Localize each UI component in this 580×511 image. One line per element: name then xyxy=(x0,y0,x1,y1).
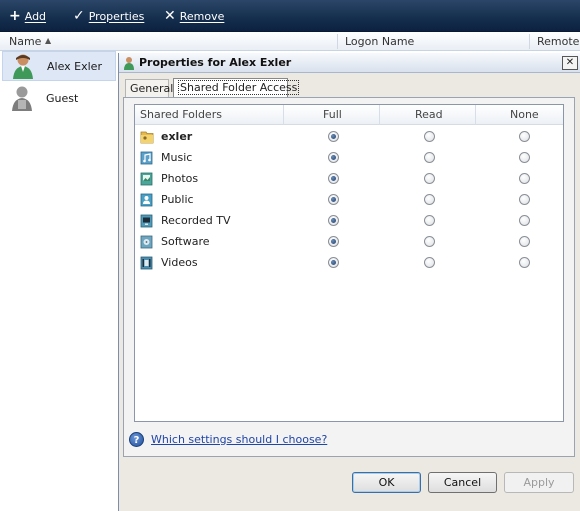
plus-icon: + xyxy=(9,8,21,24)
apply-button[interactable]: Apply xyxy=(504,472,574,493)
user-folder-icon xyxy=(140,131,154,144)
help-line: ? Which settings should I choose? xyxy=(129,431,327,447)
column-divider xyxy=(475,105,476,125)
help-link[interactable]: Which settings should I choose? xyxy=(151,433,327,446)
videos-folder-icon xyxy=(140,256,153,270)
folder-row-videos: Videos xyxy=(135,252,563,273)
add-button[interactable]: + Add xyxy=(9,7,46,25)
column-header-remote[interactable]: Remote A xyxy=(537,35,580,48)
column-divider xyxy=(283,105,284,125)
column-divider xyxy=(379,105,380,125)
tab-shared-folder-access[interactable]: Shared Folder Access xyxy=(173,78,300,98)
column-header-bar: Name ▲ Logon Name Remote A xyxy=(0,32,580,51)
close-button[interactable]: ✕ xyxy=(562,56,578,70)
user-avatar-icon xyxy=(13,54,33,79)
ok-button[interactable]: OK xyxy=(352,472,421,493)
radio-none[interactable] xyxy=(519,194,530,205)
sort-ascending-icon: ▲ xyxy=(45,36,52,45)
radio-none[interactable] xyxy=(519,173,530,184)
radio-read[interactable] xyxy=(424,152,435,163)
header-none: None xyxy=(510,108,539,121)
main-toolbar: + Add ✓ Properties ✕ Remove xyxy=(0,0,580,32)
folder-name: Photos xyxy=(161,172,199,185)
remove-button[interactable]: ✕ Remove xyxy=(164,7,224,25)
radio-read[interactable] xyxy=(424,257,435,268)
folder-name: Music xyxy=(161,151,193,164)
user-item-alex-exler[interactable]: Alex Exler xyxy=(2,51,116,81)
column-divider[interactable] xyxy=(337,34,338,49)
folder-name: Software xyxy=(161,235,210,248)
list-header: Shared Folders Full Read None xyxy=(135,105,563,125)
close-icon: ✕ xyxy=(565,57,575,68)
properties-dialog: Properties for Alex Exler ✕ General Shar… xyxy=(118,53,580,511)
help-icon[interactable]: ? xyxy=(129,431,144,447)
user-list: Alex Exler Guest xyxy=(0,51,118,511)
properties-button-label: Properties xyxy=(88,9,145,23)
radio-read[interactable] xyxy=(424,131,435,142)
folder-row-software: Software xyxy=(135,231,563,252)
user-name: Guest xyxy=(46,91,79,105)
radio-none[interactable] xyxy=(519,257,530,268)
header-shared-folders: Shared Folders xyxy=(140,108,222,121)
checkmark-icon: ✓ xyxy=(73,8,85,24)
tab-label: Shared Folder Access xyxy=(178,80,300,95)
radio-read[interactable] xyxy=(424,236,435,247)
column-divider[interactable] xyxy=(529,34,530,49)
radio-none[interactable] xyxy=(519,131,530,142)
remove-button-label: Remove xyxy=(179,9,225,23)
dialog-title-bar[interactable]: Properties for Alex Exler ✕ xyxy=(119,53,580,73)
dialog-title: Properties for Alex Exler xyxy=(139,56,292,69)
folder-row-exler: exler xyxy=(135,126,563,147)
radio-full[interactable] xyxy=(328,152,339,163)
radio-full[interactable] xyxy=(328,215,339,226)
folder-row-photos: Photos xyxy=(135,168,563,189)
header-read: Read xyxy=(415,108,443,121)
header-full: Full xyxy=(323,108,342,121)
radio-none[interactable] xyxy=(519,152,530,163)
radio-full[interactable] xyxy=(328,257,339,268)
radio-read[interactable] xyxy=(424,173,435,184)
properties-button[interactable]: ✓ Properties xyxy=(73,7,144,25)
recorded-tv-folder-icon xyxy=(140,214,153,228)
tab-label: General xyxy=(130,82,174,95)
software-folder-icon xyxy=(140,235,153,249)
folder-row-music: Music xyxy=(135,147,563,168)
cancel-button[interactable]: Cancel xyxy=(428,472,497,493)
column-header-name[interactable]: Name xyxy=(9,35,41,48)
guest-avatar-icon xyxy=(12,86,32,111)
radio-none[interactable] xyxy=(519,215,530,226)
user-icon xyxy=(124,57,134,70)
folder-name: Recorded TV xyxy=(161,214,231,227)
folder-name: Videos xyxy=(161,256,198,269)
radio-read[interactable] xyxy=(424,194,435,205)
radio-full[interactable] xyxy=(328,131,339,142)
music-folder-icon xyxy=(140,151,153,165)
column-header-logon-name[interactable]: Logon Name xyxy=(345,35,414,48)
radio-full[interactable] xyxy=(328,173,339,184)
radio-full[interactable] xyxy=(328,236,339,247)
user-name: Alex Exler xyxy=(47,59,102,73)
add-button-label: Add xyxy=(24,9,47,23)
public-folder-icon xyxy=(140,193,153,207)
folder-name: Public xyxy=(161,193,194,206)
radio-full[interactable] xyxy=(328,194,339,205)
radio-none[interactable] xyxy=(519,236,530,247)
user-item-guest[interactable]: Guest xyxy=(2,83,116,113)
folder-name: exler xyxy=(161,130,193,143)
photos-folder-icon xyxy=(140,172,153,186)
radio-read[interactable] xyxy=(424,215,435,226)
shared-folders-list: Shared Folders Full Read None exler Musi… xyxy=(134,104,564,422)
x-icon: ✕ xyxy=(164,8,176,24)
tab-panel: Shared Folders Full Read None exler Musi… xyxy=(123,97,575,457)
folder-row-public: Public xyxy=(135,189,563,210)
folder-row-recorded-tv: Recorded TV xyxy=(135,210,563,231)
tab-general[interactable]: General xyxy=(125,79,173,98)
